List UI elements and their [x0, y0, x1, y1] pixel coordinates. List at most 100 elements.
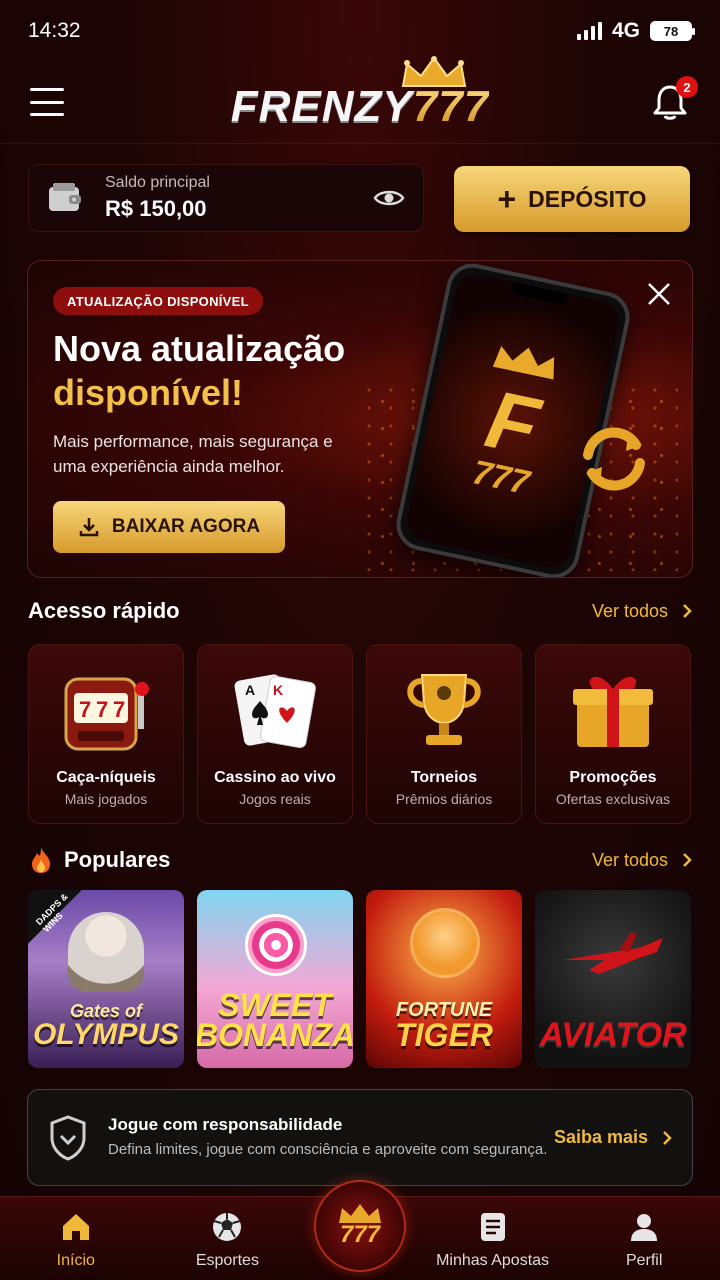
sync-icon: [583, 427, 645, 491]
trophy-icon: [407, 674, 481, 745]
notification-badge: 2: [676, 76, 698, 98]
nav-label: Minhas Apostas: [436, 1252, 550, 1269]
popular-header: Populares Ver todos: [28, 845, 692, 875]
signal-icon: [576, 22, 602, 40]
game-card-sweet-bonanza[interactable]: SWEET BONANZA: [197, 890, 353, 1068]
fire-icon: [32, 847, 50, 873]
battery-icon: 78: [650, 21, 695, 41]
quick-access-title: Acesso rápido: [28, 598, 180, 623]
battery-level: 78: [663, 23, 679, 39]
game-title: SWEET BONANZA: [197, 987, 353, 1053]
deposit-label: DEPÓSITO: [528, 185, 647, 212]
logo-word: FRENZY: [230, 81, 413, 131]
banner-title-line2: disponível!: [53, 372, 244, 413]
user-icon: [631, 1214, 658, 1241]
update-tag: ATUALIZAÇÃO DISPONÍVEL: [53, 287, 263, 315]
responsible-gaming-card[interactable]: Jogue com responsabilidade Defina limite…: [27, 1089, 693, 1186]
quick-access-header: Acesso rápido Ver todos: [28, 598, 692, 624]
nav-label: Esportes: [195, 1252, 259, 1269]
status-bar: 14:32 4G 78: [0, 0, 720, 62]
notifications-button[interactable]: 2: [650, 76, 698, 122]
download-label: BAIXAR AGORA: [111, 516, 261, 537]
learn-more-link[interactable]: Saiba mais: [554, 1127, 672, 1148]
balance-value: R$ 150,00: [105, 196, 207, 221]
quick-access-see-all[interactable]: Ver todos: [592, 601, 692, 622]
nav-label: Perfil: [625, 1252, 663, 1269]
quick-item-slots[interactable]: 7 7 7 Caça-níqueis Mais jogados: [28, 644, 184, 824]
app-logo[interactable]: FRENZY 777: [230, 55, 489, 132]
quick-item-name: Cassino ao vivo: [214, 769, 336, 786]
quick-item-sub: Prêmios diários: [395, 791, 493, 807]
quick-item-promotions[interactable]: Promoções Ofertas exclusivas: [535, 644, 691, 824]
chevron-right-icon: [683, 604, 692, 618]
tiger-illustration: [410, 908, 480, 978]
shield-icon: [50, 1114, 86, 1161]
download-button[interactable]: BAIXAR AGORA: [53, 501, 285, 553]
game-card-fortune-tiger[interactable]: FORTUNE TIGER: [366, 890, 522, 1068]
svg-text:7: 7: [96, 697, 108, 722]
wallet-icon: [49, 183, 81, 211]
quick-item-sub: Ofertas exclusivas: [555, 791, 671, 807]
game-title: AVIATOR: [539, 1016, 687, 1054]
game-card-aviator[interactable]: AVIATOR: [535, 890, 691, 1068]
crown-icon: [402, 55, 467, 87]
status-indicators: 4G 78: [576, 19, 695, 43]
eye-icon[interactable]: [373, 187, 405, 209]
quick-item-sub: Mais jogados: [64, 791, 148, 807]
nav-center-casino-button[interactable]: 777: [314, 1180, 406, 1272]
chevron-right-icon: [663, 1130, 672, 1145]
gift-icon: [573, 676, 653, 747]
responsible-description: Defina limites, jogue com consciência e …: [108, 1141, 548, 1158]
banner-title-line1: Nova atualização: [53, 328, 346, 369]
game-title: FORTUNE TIGER: [395, 999, 493, 1053]
playing-cards-icon: A K: [234, 674, 316, 749]
download-icon: [79, 518, 99, 537]
top-navigation: FRENZY 777 2: [0, 55, 720, 144]
nav-my-bets[interactable]: Minhas Apostas: [428, 1210, 558, 1270]
popular-games-row: DADPS & WINS Gates of OLYMPUS SWEET BONA…: [28, 890, 692, 1068]
see-all-label: Ver todos: [591, 849, 668, 870]
nav-sports[interactable]: Esportes: [162, 1210, 292, 1270]
banner-title: Nova atualização disponível!: [53, 327, 345, 415]
nav-profile[interactable]: Perfil: [579, 1210, 709, 1270]
quick-item-name: Caça-níqueis: [56, 769, 156, 786]
game-title: Gates of OLYMPUS: [32, 1001, 180, 1051]
status-time: 14:32: [28, 19, 81, 42]
see-all-label: Ver todos: [591, 600, 668, 621]
lollipop-illustration: [245, 914, 307, 976]
soccer-ball-icon: [213, 1213, 242, 1241]
bet-slip-icon: [480, 1213, 505, 1241]
balance-card: Saldo principal R$ 150,00: [28, 164, 424, 232]
close-icon[interactable]: [646, 281, 672, 307]
hamburger-menu-icon[interactable]: [30, 88, 64, 116]
quick-item-live-casino[interactable]: A K Cassino ao vivo Jogos reais: [197, 644, 353, 824]
quick-item-name: Promoções: [569, 769, 657, 786]
nav-home[interactable]: Início: [11, 1210, 141, 1270]
learn-more-label: Saiba mais: [553, 1127, 648, 1147]
nav-label: Início: [56, 1252, 95, 1269]
quick-item-name: Torneios: [410, 769, 478, 786]
plus-icon: +: [497, 181, 517, 217]
banner-description: Mais performance, mais segurança e uma e…: [53, 432, 333, 476]
slot-machine-icon: 7 7 7: [64, 677, 149, 751]
chevron-right-icon: [683, 853, 692, 867]
svg-text:7: 7: [113, 697, 125, 722]
plane-icon: [563, 932, 663, 974]
quick-access-grid: 7 7 7 Caça-níqueis Mais jogados A K Cass…: [28, 644, 692, 824]
home-icon: [62, 1214, 89, 1240]
popular-see-all[interactable]: Ver todos: [592, 850, 692, 871]
svg-text:A: A: [245, 682, 255, 698]
popular-title: Populares: [64, 847, 171, 872]
deposit-button[interactable]: + DEPÓSITO: [454, 166, 690, 232]
phone-logo-letter: F: [478, 373, 547, 473]
svg-text:7: 7: [79, 697, 91, 722]
game-card-gates-of-olympus[interactable]: DADPS & WINS Gates of OLYMPUS: [28, 890, 184, 1068]
quick-item-sub: Jogos reais: [239, 791, 311, 807]
update-banner: ATUALIZAÇÃO DISPONÍVEL Nova atualização …: [27, 260, 693, 578]
nav-center-label: 777: [339, 1221, 381, 1248]
quick-item-tournaments[interactable]: Torneios Prêmios diários: [366, 644, 522, 824]
network-type: 4G: [611, 19, 640, 42]
responsible-title: Jogue com responsabilidade: [108, 1115, 343, 1134]
popular-title-wrap: Populares: [28, 845, 170, 875]
svg-text:K: K: [273, 682, 283, 698]
